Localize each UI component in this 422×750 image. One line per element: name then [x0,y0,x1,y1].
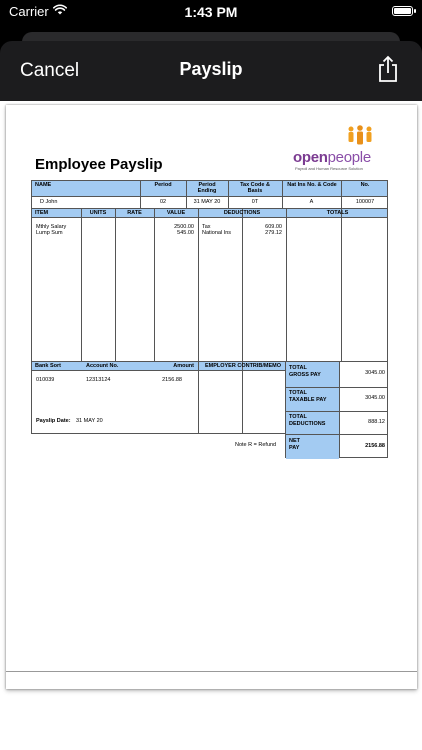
bank-sort-value: 010039 [36,377,55,383]
header-units: UNITS [89,210,107,216]
total-deductions-label: TOTAL [289,414,307,420]
header-number: No. [360,182,370,188]
header-period-ending: Period Ending [197,182,217,194]
ni-number-value: A [309,199,314,205]
people-figures-icon [348,125,372,145]
payslip-viewer[interactable]: openpeople Payroll and Human Resource So… [0,101,422,750]
status-bar: Carrier 1:43 PM [0,0,422,28]
cancel-button[interactable]: Cancel [20,60,79,82]
employee-info-table: NAME Period Period Ending Tax Code & Bas… [31,180,388,210]
header-period: Period [154,182,172,188]
header-amount: Amount [173,363,194,369]
page-title: Employee Payslip [35,156,163,173]
pay-items-table: ITEM UNITS RATE VALUE DEDUCTIONS TOTALS … [31,208,388,362]
period-value: 02 [159,199,167,205]
totals-summary: TOTAL GROSS PAY 3045.00 TOTAL TAXABLE PA… [285,361,388,459]
total-gross-pay-value: 3045.00 [365,370,385,376]
header-value: VALUE [166,210,186,216]
total-taxable-pay-label: TAXABLE PAY [289,397,327,403]
bank-details-table: Bank Sort Account No. Amount EMPLOYER CO… [31,361,287,434]
share-icon[interactable] [376,55,400,83]
header-ni-number: Nat Ins No. & Code [287,182,337,188]
logo-tagline: Payroll and Human Resource Solution [295,166,363,171]
employee-number-value: 100007 [355,199,375,205]
header-rate: RATE [127,210,142,216]
total-deductions-value: 888.12 [368,419,385,425]
item-value: 545.00 [177,230,194,236]
payslip-date-value: 31 MAY 20 [76,418,103,424]
total-taxable-pay-value: 3045.00 [365,395,385,401]
header-account-no: Account No. [86,363,119,369]
deduction-value: 279.12 [265,230,282,236]
deduction-name: National Ins [202,230,232,236]
page-footer-rule [6,671,417,672]
header-deductions: DEDUCTIONS [223,210,261,216]
header-item: ITEM [35,210,49,216]
header-tax-code: Tax Code & Basis [240,182,270,194]
total-taxable-pay-label: TOTAL [289,390,307,396]
header-bank-sort: Bank Sort [35,363,61,369]
net-pay-label: NET [289,438,300,444]
status-time: 1:43 PM [184,4,238,20]
logo-wordmark: openpeople [293,149,371,166]
refund-note: Note R = Refund [235,442,277,448]
net-pay-value: 2156.88 [365,443,385,449]
tax-code-value: 0T [251,199,259,205]
nav-bar: Cancel Payslip [0,41,422,101]
total-deductions-label: DEDUCTIONS [289,421,326,427]
header-employer-contrib: EMPLOYER CONTRIB/MEMO [204,363,282,369]
header-totals: TOTALS [326,210,349,216]
amount-value: 2156.88 [162,377,182,383]
openpeople-logo: openpeople Payroll and Human Resource So… [293,125,383,173]
payslip-date-label: Payslip Date: [36,418,71,424]
payslip-page: openpeople Payroll and Human Resource So… [6,105,417,689]
battery-icon [392,6,416,16]
net-pay-label: PAY [289,445,300,451]
item-name: Lump Sum [36,230,63,236]
account-number-value: 12313124 [86,377,111,383]
total-gross-pay-label: GROSS PAY [289,372,321,378]
total-gross-pay-label: TOTAL [289,365,307,371]
employee-name: D John [40,199,58,205]
header-name: NAME [35,182,52,188]
period-ending-value: 31 MAY 20 [193,199,221,205]
